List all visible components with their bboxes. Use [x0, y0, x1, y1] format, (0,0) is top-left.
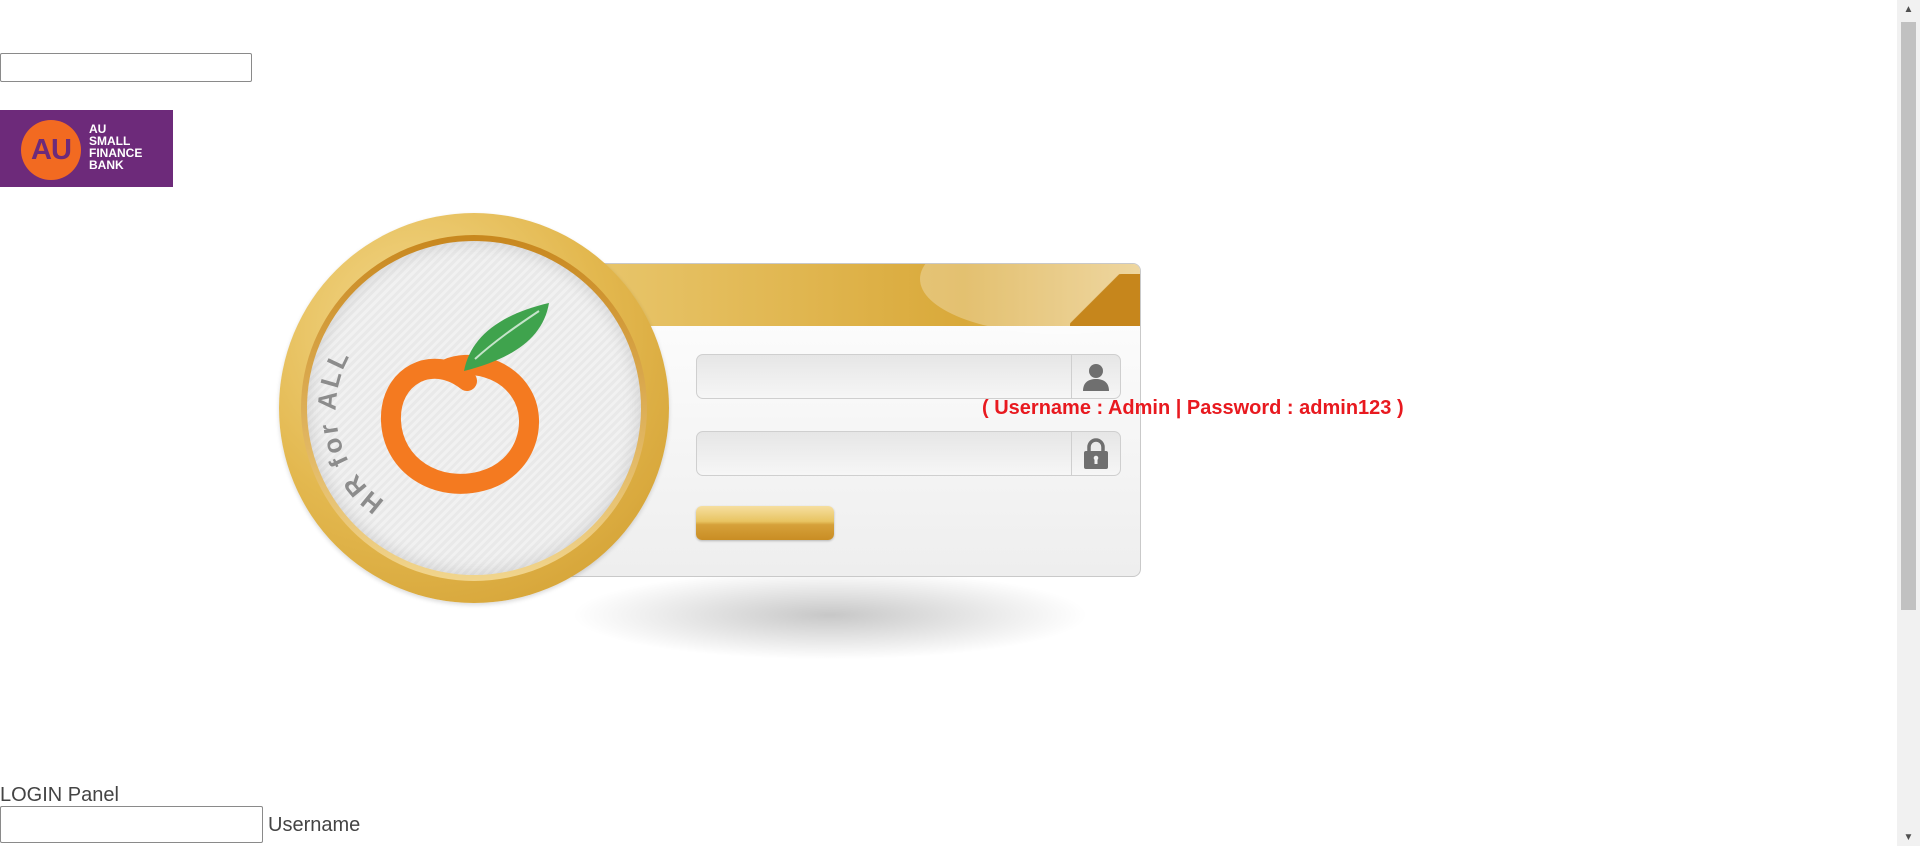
login-card-shadow: [570, 570, 1090, 660]
login-panel-label: LOGIN Panel: [0, 784, 119, 806]
bank-logo-line: BANK: [89, 158, 124, 172]
bank-logo: AU AU SMALL FINANCE BANK: [0, 110, 173, 187]
scroll-up-icon[interactable]: ▲: [1897, 0, 1920, 18]
login-button[interactable]: [696, 506, 834, 540]
emblem-face: HR for ALL: [307, 241, 641, 575]
bank-logo-initials: AU: [21, 120, 81, 180]
password-field: [696, 431, 1121, 476]
credentials-hint: ( Username : Admin | Password : admin123…: [982, 397, 1404, 419]
lock-icon: [1071, 432, 1120, 475]
emblem-text: HR for ALL: [311, 343, 385, 520]
username-input[interactable]: [697, 355, 1071, 398]
top-text-input[interactable]: [0, 53, 252, 82]
scroll-down-icon[interactable]: ▼: [1897, 828, 1920, 846]
svg-text:HR for ALL: HR for ALL: [311, 343, 388, 520]
page-scrollbar[interactable]: ▲ ▼: [1897, 0, 1920, 846]
orangehrm-emblem: HR for ALL: [279, 213, 669, 603]
bottom-username-label: Username: [268, 814, 361, 836]
orange-logo-icon: HR for ALL: [311, 303, 549, 520]
bottom-username-input[interactable]: [0, 806, 263, 843]
bank-logo-text: AU SMALL FINANCE BANK: [89, 123, 142, 171]
username-field: [696, 354, 1121, 399]
emblem-ring: HR for ALL: [301, 235, 647, 581]
scroll-thumb[interactable]: [1901, 22, 1916, 610]
password-input[interactable]: [697, 432, 1071, 475]
user-icon: [1071, 355, 1120, 398]
